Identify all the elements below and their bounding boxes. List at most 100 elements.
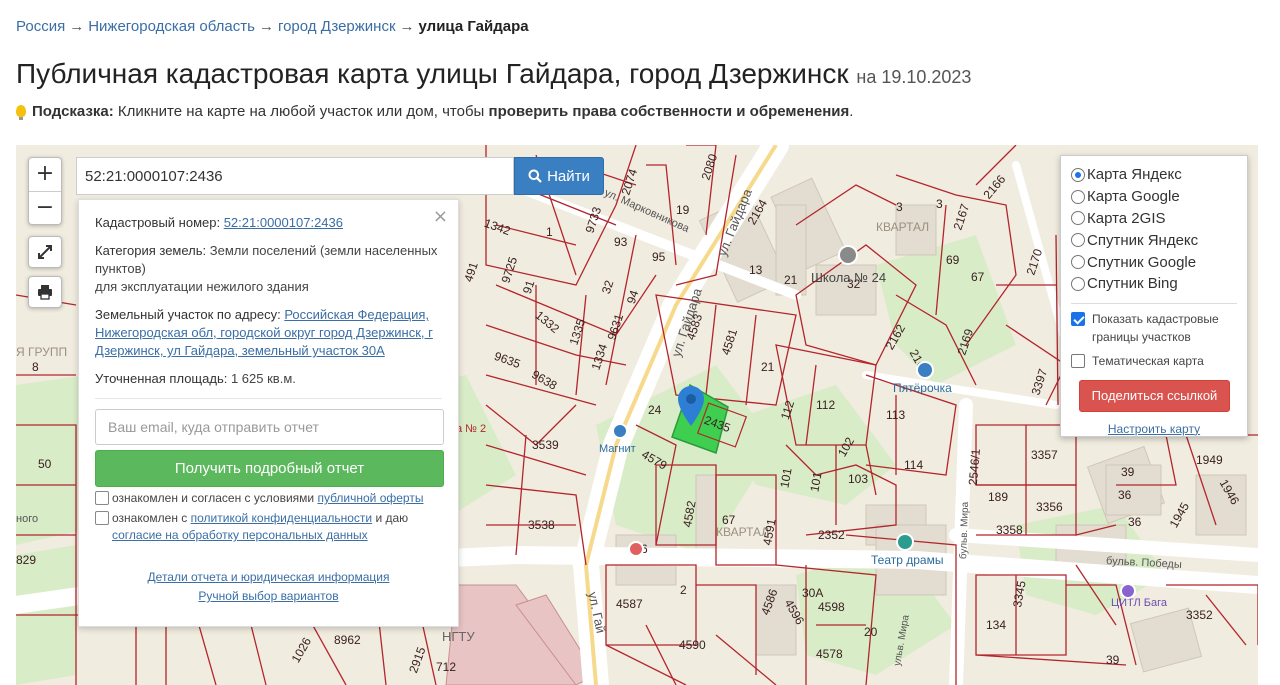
address-row: Земельный участок по адресу: Российская … (95, 306, 442, 360)
poi-icon[interactable] (1120, 583, 1136, 599)
layer-option-label: Карта Google (1087, 188, 1180, 206)
radio[interactable] (1071, 211, 1085, 226)
shop-icon[interactable] (612, 423, 628, 439)
parcel-label: 189 (988, 490, 1009, 504)
layer-option-yandex-map[interactable]: Карта Яндекс (1071, 164, 1237, 186)
parcel-label: 4578 (816, 647, 843, 661)
parcel-label: 712 (436, 660, 457, 674)
personal-data-consent-link[interactable]: согласие на обработку персональных данны… (112, 528, 368, 542)
share-link-label: Поделиться ссылкой (1091, 388, 1218, 404)
parcel-label: 20 (864, 625, 878, 639)
zoom-in-button[interactable]: + (29, 158, 61, 191)
parcel-label: 3538 (528, 518, 555, 532)
parcel-label: 9733 (582, 205, 605, 235)
parcel-label: 13 (749, 263, 763, 277)
privacy-consent-checkbox[interactable] (95, 511, 109, 525)
poi-label: Пятёрочка (893, 381, 952, 395)
cadastral-borders-checkbox[interactable] (1071, 311, 1085, 326)
offer-consent-row: ознакомлен и согласен с условиями публич… (95, 490, 442, 507)
parcel-label: 1342 (482, 215, 513, 239)
fullscreen-button[interactable] (28, 236, 62, 268)
parcel-label: 114 (904, 458, 924, 472)
poi-label: а № 2 (456, 423, 487, 435)
parcel-label: 2080 (698, 152, 721, 182)
radio[interactable] (1071, 233, 1085, 248)
radio[interactable] (1071, 276, 1085, 291)
parcel-label: 39 (1106, 653, 1120, 667)
area-row: Уточненная площадь: 1 625 кв.м. (95, 370, 442, 388)
breadcrumb-item-city[interactable]: город Дзержинск (278, 18, 396, 35)
school-icon[interactable] (838, 245, 858, 265)
parcel-label: 103 (848, 472, 869, 486)
parcel-label: 9631 (604, 312, 627, 342)
parcel-label: 134 (986, 618, 1007, 632)
hint-label: Подсказка: (32, 103, 114, 120)
breadcrumb-item-russia[interactable]: Россия (16, 18, 65, 35)
cadastral-borders-toggle[interactable]: Показать кадастровые границы участков (1071, 310, 1237, 346)
print-button[interactable] (28, 276, 62, 308)
layer-option-google-satellite[interactable]: Спутник Google (1071, 251, 1237, 273)
parcel-label: 2915 (406, 645, 429, 675)
breadcrumb-arrow: → (69, 18, 85, 35)
close-icon[interactable]: × (433, 206, 448, 227)
layer-option-label: Карта Яндекс (1087, 166, 1182, 184)
parcel-label: 2435 (702, 412, 733, 436)
radio[interactable] (1071, 189, 1085, 204)
email-input[interactable]: Ваш email, куда отправить отчет (95, 409, 444, 445)
cadastral-search-input[interactable]: 52:21:0000107:2436 (76, 157, 514, 195)
parcel-label: 36 (1118, 488, 1132, 502)
breadcrumb-current: улица Гайдара (418, 18, 529, 35)
radio[interactable] (1071, 255, 1085, 270)
layer-option-yandex-satellite[interactable]: Спутник Яндекс (1071, 229, 1237, 251)
public-offer-link[interactable]: публичной оферты (317, 491, 423, 505)
layer-option-2gis-map[interactable]: Карта 2GIS (1071, 208, 1237, 230)
zoom-control: + − (28, 157, 62, 225)
district-label: КВАРТАЛ (876, 220, 930, 234)
divider (1071, 302, 1237, 304)
map-settings-link[interactable]: Настроить карту (1108, 422, 1200, 436)
get-report-button[interactable]: Получить подробный отчет (95, 450, 444, 487)
cadastral-number-link[interactable]: 52:21:0000107:2436 (224, 215, 343, 230)
search-icon (528, 169, 542, 183)
thematic-map-checkbox[interactable] (1071, 353, 1085, 368)
layer-option-google-map[interactable]: Карта Google (1071, 186, 1237, 208)
layer-option-label: Карта 2GIS (1087, 209, 1166, 227)
parcel-label: 1334 (588, 342, 611, 372)
parcel-label: 101 (777, 466, 795, 490)
hospital-icon[interactable] (628, 541, 644, 557)
parcel-label: 3352 (1186, 608, 1213, 622)
search-button[interactable]: Найти (514, 157, 604, 195)
parcel-label: 2546/1 (965, 448, 983, 486)
parcel-label: 9725 (498, 255, 521, 285)
parcel-label: 91 (519, 278, 538, 296)
parcel-label: 4590 (679, 638, 706, 652)
land-usage-value: для эксплуатации нежилого здания (95, 279, 309, 294)
share-link-button[interactable]: Поделиться ссылкой (1079, 379, 1230, 412)
offer-consent-checkbox[interactable] (95, 491, 109, 505)
report-details-link[interactable]: Детали отчета и юридическая информация (148, 570, 390, 584)
theatre-icon[interactable] (896, 533, 914, 551)
hint-bold: проверить права собственности и обремене… (488, 103, 850, 120)
map-layers-panel: Карта Яндекс Карта Google Карта 2GIS Спу… (1060, 155, 1248, 437)
parcel-label: 1 (546, 225, 553, 239)
location-pin-icon[interactable] (678, 386, 704, 426)
lightbulb-icon (16, 105, 26, 120)
privacy-policy-link[interactable]: политикой конфиденциальности (191, 511, 372, 525)
parcel-info-panel: × Кадастровый номер: 52:21:0000107:2436 … (78, 199, 459, 627)
privacy-consent-row: ознакомлен с политикой конфиденциальност… (95, 510, 442, 544)
privacy-consent-text: ознакомлен с (112, 511, 188, 525)
expand-arrows-icon (38, 245, 52, 259)
parcel-label: 30А (802, 586, 824, 600)
thematic-map-toggle[interactable]: Тематическая карта (1071, 352, 1237, 370)
breadcrumb-item-region[interactable]: Нижегородская область (88, 18, 255, 35)
search-input-value: 52:21:0000107:2436 (85, 167, 223, 185)
parcel-label: 3345 (1010, 579, 1029, 609)
zoom-out-button[interactable]: − (29, 191, 61, 224)
street-label: бульв. Победы (1105, 555, 1183, 571)
manual-selection-link[interactable]: Ручной выбор вариантов (198, 589, 338, 603)
radio-selected[interactable] (1071, 167, 1085, 182)
layer-option-bing-satellite[interactable]: Спутник Bing (1071, 273, 1237, 295)
breadcrumb: Россия → Нижегородская область → город Дзерж… (16, 18, 529, 35)
poi-label: ЦИТЛ Бага (1111, 597, 1168, 609)
shop-icon[interactable] (916, 361, 934, 379)
